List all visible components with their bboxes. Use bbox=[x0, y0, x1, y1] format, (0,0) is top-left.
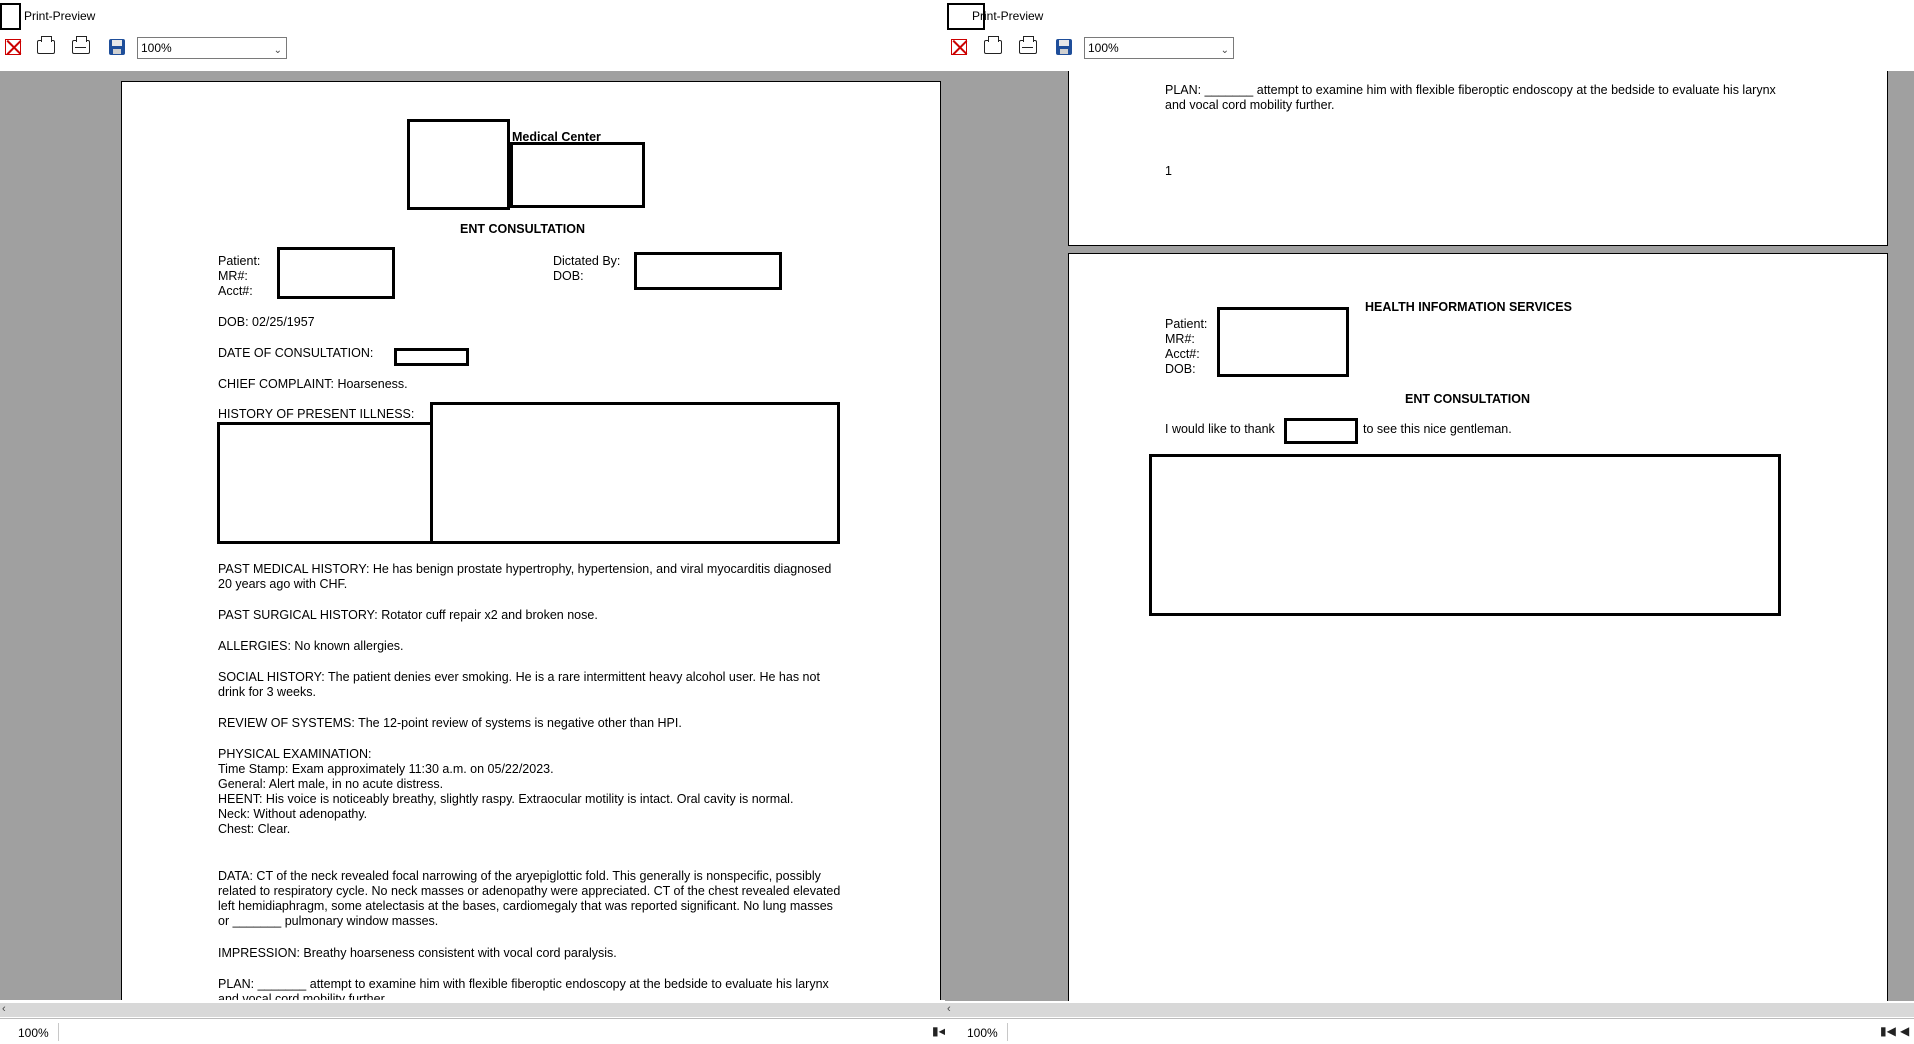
mr-label: MR#: bbox=[1165, 332, 1195, 346]
pe-line: HEENT: His voice is noticeably breathy, … bbox=[218, 792, 794, 806]
impression: IMPRESSION: Breathy hoarseness consisten… bbox=[218, 946, 617, 960]
print-setup-icon bbox=[72, 36, 90, 54]
acct-label: Acct#: bbox=[1165, 347, 1200, 361]
acct-label: Acct#: bbox=[218, 284, 253, 298]
title-bar: Print-Preview bbox=[945, 0, 1914, 30]
print-setup-button[interactable] bbox=[1018, 36, 1038, 57]
dictated-by-label: Dictated By: bbox=[553, 254, 621, 268]
save-button[interactable] bbox=[107, 37, 127, 57]
pe-line: Chest: Clear. bbox=[218, 822, 291, 836]
plan: PLAN: _______ attempt to examine him wit… bbox=[218, 977, 829, 1000]
print-icon bbox=[37, 36, 55, 54]
toolbar: 100% ⌄ bbox=[0, 33, 945, 63]
close-icon bbox=[5, 39, 21, 55]
print-button[interactable] bbox=[983, 36, 1003, 57]
page-number: 1 bbox=[1165, 164, 1172, 178]
mr-label: MR#: bbox=[218, 269, 248, 283]
chevron-down-icon: ⌄ bbox=[273, 45, 282, 56]
pe-line: PHYSICAL EXAMINATION: bbox=[218, 747, 372, 761]
redacted-dictated-by bbox=[634, 252, 782, 290]
print-icon bbox=[984, 36, 1002, 54]
close-icon bbox=[951, 39, 967, 55]
redacted-box bbox=[510, 142, 645, 208]
patient-label: Patient: bbox=[1165, 317, 1208, 331]
left-preview-window: Print-Preview 100% ⌄ Medical Center ENT … bbox=[0, 0, 945, 1044]
thank-suffix: to see this nice gentleman. bbox=[1363, 422, 1512, 436]
date-of-consultation-label: DATE OF CONSULTATION: bbox=[218, 346, 374, 360]
scroll-left-icon[interactable]: ‹ bbox=[947, 1003, 951, 1015]
status-bar: 100% ▮◀ ◀ bbox=[945, 1018, 1914, 1044]
horizontal-scrollbar[interactable]: ‹ bbox=[0, 1003, 945, 1017]
preview-canvas[interactable]: Medical Center ENT CONSULTATION Patient:… bbox=[0, 71, 945, 1000]
allergies: ALLERGIES: No known allergies. bbox=[218, 639, 404, 653]
right-preview-window: Print-Preview 100% ⌄ PLAN: _______ attem… bbox=[945, 0, 1914, 1044]
redacted-hpi-left bbox=[217, 422, 434, 544]
zoom-value: 100% bbox=[141, 41, 172, 55]
title-bar: Print-Preview bbox=[0, 0, 945, 30]
status-divider bbox=[1007, 1023, 1008, 1041]
dob-line: DOB: 02/25/1957 bbox=[218, 315, 315, 329]
document-page: Medical Center ENT CONSULTATION Patient:… bbox=[121, 81, 941, 1000]
dob-label: DOB: bbox=[553, 269, 584, 283]
review-of-systems: REVIEW OF SYSTEMS: The 12-point review o… bbox=[218, 716, 682, 730]
first-page-icon[interactable]: ▮◀ bbox=[1880, 1024, 1896, 1038]
zoom-value: 100% bbox=[1088, 41, 1119, 55]
status-divider bbox=[58, 1023, 59, 1041]
redacted-referrer bbox=[1284, 418, 1358, 444]
past-medical-history: PAST MEDICAL HISTORY: He has benign pros… bbox=[218, 562, 832, 591]
his-title: HEALTH INFORMATION SERVICES bbox=[1365, 300, 1572, 314]
social-history: SOCIAL HISTORY: The patient denies ever … bbox=[218, 670, 820, 699]
hpi-label: HISTORY OF PRESENT ILLNESS: bbox=[218, 407, 415, 421]
patient-label: Patient: bbox=[218, 254, 261, 268]
window-title: Print-Preview bbox=[972, 9, 1044, 23]
zoom-dropdown[interactable]: 100% ⌄ bbox=[1084, 37, 1234, 59]
plan: PLAN: _______ attempt to examine him wit… bbox=[1165, 83, 1776, 112]
redacted-body bbox=[1149, 454, 1781, 616]
document-page-1: PLAN: _______ attempt to examine him wit… bbox=[1068, 71, 1888, 246]
save-icon bbox=[1056, 39, 1072, 55]
toolbar: 100% ⌄ bbox=[945, 33, 1914, 63]
status-zoom: 100% bbox=[18, 1026, 49, 1040]
app-icon bbox=[0, 3, 21, 30]
close-preview-button[interactable] bbox=[949, 37, 969, 57]
redacted-patient bbox=[1217, 307, 1349, 377]
pe-line: Time Stamp: Exam approximately 11:30 a.m… bbox=[218, 762, 554, 776]
zoom-dropdown[interactable]: 100% ⌄ bbox=[137, 37, 287, 59]
redacted-logo bbox=[407, 119, 510, 210]
pe-line: General: Alert male, in no acute distres… bbox=[218, 777, 444, 791]
redacted-hpi-right bbox=[430, 402, 840, 544]
past-surgical-history: PAST SURGICAL HISTORY: Rotator cuff repa… bbox=[218, 608, 598, 622]
window-title: Print-Preview bbox=[24, 9, 96, 23]
print-setup-button[interactable] bbox=[71, 36, 91, 57]
status-bar: 100% ▮◀ bbox=[0, 1018, 945, 1044]
prev-page-icon[interactable]: ◀ bbox=[1900, 1024, 1909, 1038]
save-icon bbox=[109, 39, 125, 55]
save-button[interactable] bbox=[1054, 37, 1074, 57]
physical-examination: PHYSICAL EXAMINATION: Time Stamp: Exam a… bbox=[218, 747, 843, 837]
preview-canvas[interactable]: PLAN: _______ attempt to examine him wit… bbox=[945, 71, 1914, 1001]
dob-label: DOB: bbox=[1165, 362, 1196, 376]
print-setup-icon bbox=[1019, 36, 1037, 54]
first-page-icon[interactable]: ▮◀ bbox=[932, 1024, 945, 1038]
thank-prefix: I would like to thank bbox=[1165, 422, 1275, 436]
section-title: ENT CONSULTATION bbox=[460, 222, 585, 236]
document-page-2: HEALTH INFORMATION SERVICES Patient: MR#… bbox=[1068, 253, 1888, 1001]
chief-complaint: CHIEF COMPLAINT: Hoarseness. bbox=[218, 377, 408, 391]
pe-line: Neck: Without adenopathy. bbox=[218, 807, 368, 821]
close-preview-button[interactable] bbox=[3, 37, 23, 57]
horizontal-scrollbar[interactable]: ‹ bbox=[945, 1003, 1914, 1017]
redacted-date bbox=[394, 348, 469, 366]
print-button[interactable] bbox=[36, 36, 56, 57]
section-title: ENT CONSULTATION bbox=[1405, 392, 1530, 406]
chevron-down-icon: ⌄ bbox=[1220, 45, 1229, 56]
redacted-patient bbox=[277, 247, 395, 299]
status-zoom: 100% bbox=[967, 1026, 998, 1040]
scroll-left-icon[interactable]: ‹ bbox=[2, 1003, 6, 1015]
data-section: DATA: CT of the neck revealed focal narr… bbox=[218, 869, 841, 928]
